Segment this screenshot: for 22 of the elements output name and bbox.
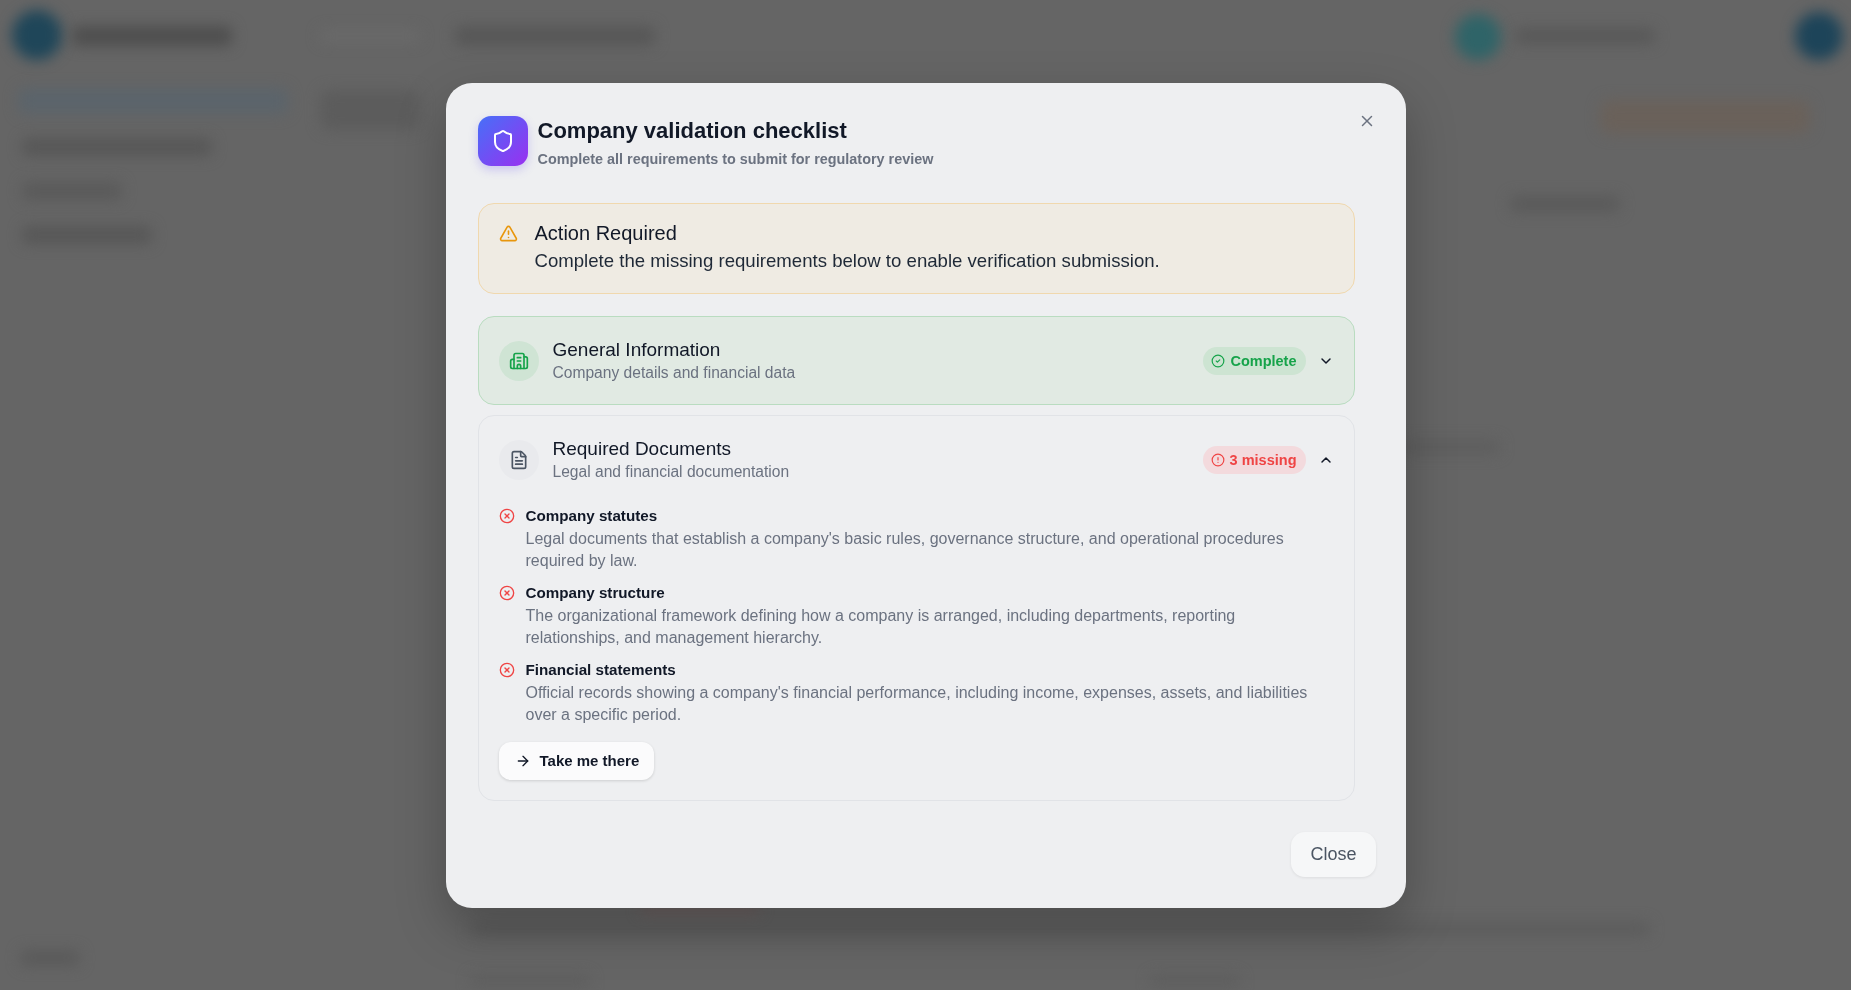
exclamation-circle-icon: [1210, 452, 1225, 467]
requirement-description: The organizational framework defining how a company is arranged, including departments, reporting relationships, and management hierarchy.: [525, 605, 1237, 648]
dialog-title: Company validation checklist: [537, 116, 848, 145]
shield-icon: [477, 115, 528, 166]
status-text: Complete: [1230, 352, 1297, 369]
check-circle-icon: [1211, 353, 1226, 368]
requirement-description: Official records showing a company's financial performance, including income, expenses, assets, and liabilities over a specific period.: [525, 682, 1309, 725]
section-subtitle: Company details and financial data: [552, 362, 797, 383]
requirement-description: Legal documents that establish a company's basic rules, governance structure, and operational procedures required by law.: [525, 528, 1285, 571]
section-title: Required Documents: [552, 437, 732, 460]
alert-message: Complete the missing requirements below to enable verification submission.: [534, 248, 1160, 273]
warning-icon: [498, 223, 518, 243]
take-me-there-button[interactable]: Take me there: [498, 741, 655, 780]
alert-title: Action Required: [534, 220, 678, 245]
requirement-title: Company statutes: [525, 505, 659, 526]
requirement-title: Company structure: [525, 582, 666, 603]
section-title: General Information: [552, 338, 722, 361]
requirement-title: Financial statements: [525, 659, 677, 680]
dialog-subtitle: Complete all requirements to submit for regulatory review: [537, 149, 935, 168]
close-button[interactable]: Close: [1291, 831, 1376, 877]
section-subtitle: Legal and financial documentation: [552, 461, 791, 482]
status-text: 3 missing: [1229, 451, 1297, 468]
